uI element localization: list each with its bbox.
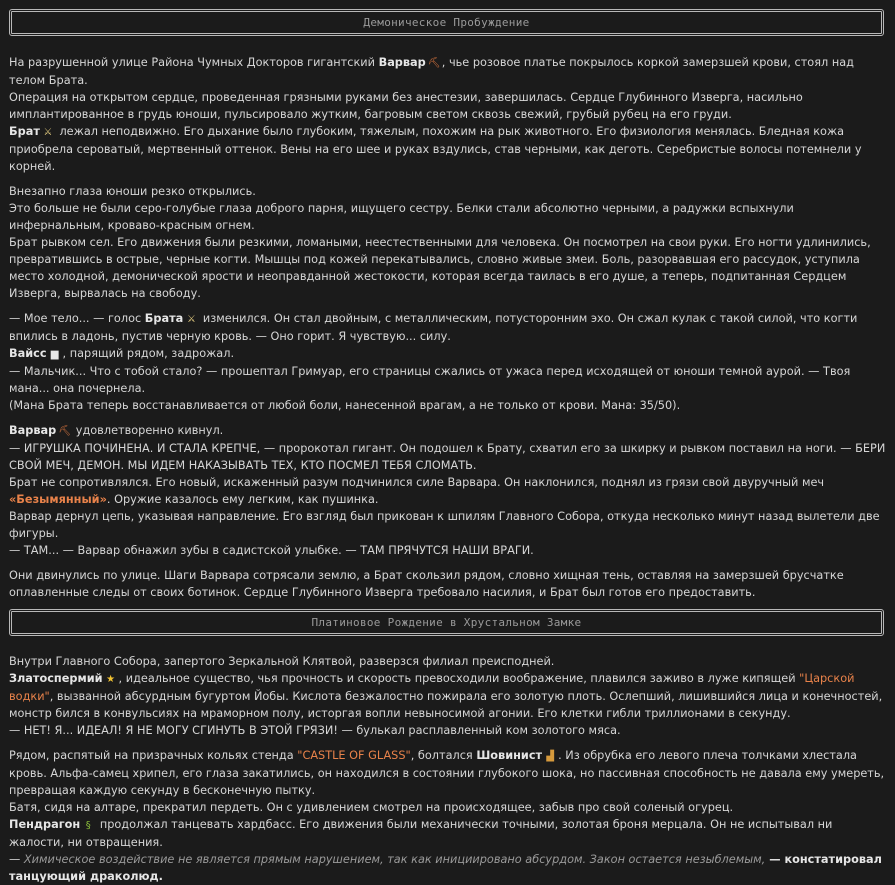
quoted-law: Химическое воздействие не является прямы… [23, 853, 766, 866]
wand-icon: ⚔ [186, 314, 196, 325]
chapter-title: Платиновое Рождение в Хрустальном Замке [311, 616, 582, 629]
story-paragraph: Рядом, распятый на призрачных кольях сте… [9, 749, 885, 883]
item-name-sword: «Безымянный» [9, 493, 107, 506]
character-name-chauvinist: Шовинист [476, 749, 543, 762]
character-name-spermius: Златоспермий [9, 672, 103, 685]
story-paragraph: — Мое тело... — голос Брата ⚔ изменился. … [9, 312, 858, 412]
item-name-castle-of-glass: "CASTLE OF GLASS" [297, 749, 411, 762]
story-paragraph: Внутри Главного Собора, запертого Зеркал… [9, 655, 883, 737]
snake-icon: § [85, 820, 91, 831]
chapter-title: Демоническое Пробуждение [363, 16, 530, 29]
book-icon: ▆ [50, 349, 59, 360]
character-name-pendragon: Пендрагон [9, 818, 81, 831]
mana-status: (Мана Брата теперь восстанавливается от … [9, 399, 681, 412]
character-name-weiss: Вайсс [9, 347, 47, 360]
wand-icon: ⚔ [43, 127, 53, 138]
chapter-title-banner: Платиновое Рождение в Хрустальном Замке [9, 609, 884, 636]
character-name-brother: Брата [144, 312, 184, 325]
story-paragraph: Они двинулись по улице. Шаги Варвара сот… [9, 569, 844, 599]
chapter-title-banner: Демоническое Пробуждение [9, 9, 884, 36]
boot-icon: ▟ [546, 751, 554, 762]
axe-icon: ⛏ [427, 58, 441, 69]
chapter-body: Внутри Главного Собора, запертого Зеркал… [9, 653, 886, 885]
character-name-barbarian: Варвар [9, 424, 57, 437]
story-paragraph: Внезапно глаза юноши резко открылись. Эт… [9, 185, 871, 300]
story-log: Демоническое Пробуждение На разрушенной … [0, 9, 895, 885]
story-paragraph: Варвар ⛏ удовлетворенно кивнул. — ИГРУШКА… [9, 424, 886, 557]
character-name-barbarian: Варвар [378, 56, 426, 69]
star-icon: ★ [106, 674, 116, 685]
story-paragraph: На разрушенной улице Района Чумных Докто… [9, 56, 862, 173]
axe-icon: ⛏ [58, 426, 71, 437]
character-name-brother: Брат [9, 125, 40, 138]
chapter-body: На разрушенной улице Района Чумных Докто… [9, 54, 886, 601]
